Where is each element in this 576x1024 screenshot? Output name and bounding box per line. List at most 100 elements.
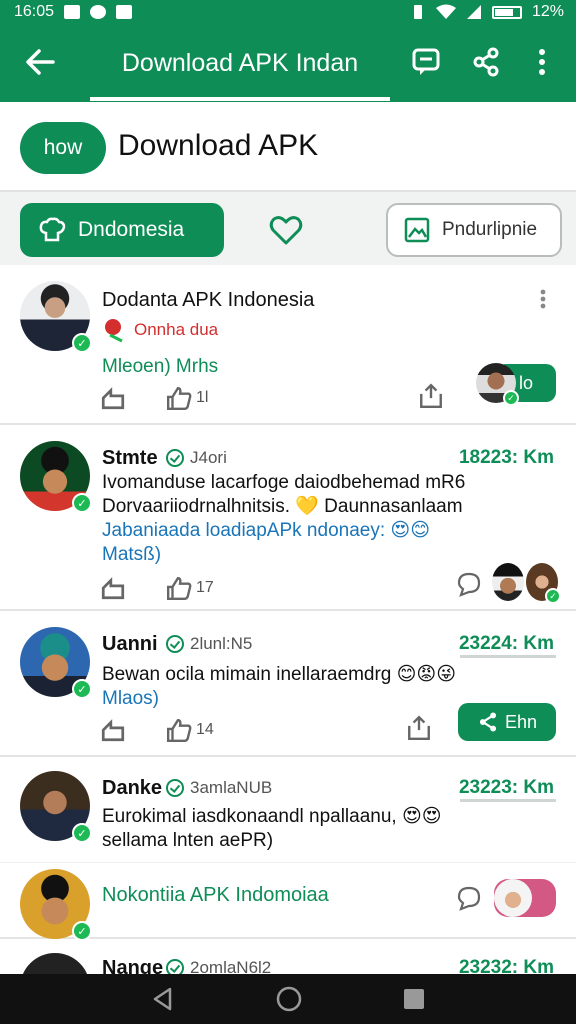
back-icon[interactable] — [150, 986, 176, 1012]
card-meta-text: 2lunl:N5 — [190, 634, 253, 653]
comment-icon — [457, 886, 481, 911]
card-meta: 3amlaNUB — [166, 778, 272, 798]
participant-avatar[interactable]: ✓ — [526, 563, 561, 604]
share-icon — [473, 47, 499, 77]
verified-mini-icon — [166, 779, 184, 797]
thumb-up-icon — [166, 719, 192, 743]
distance-underline — [460, 655, 556, 658]
arrow-left-icon — [26, 49, 55, 75]
download-notification-icon — [116, 5, 133, 19]
image-icon — [404, 217, 430, 243]
reply-action[interactable] — [100, 385, 126, 411]
card-text-line: Eurokimal iasdkonaandl npallaanu, 😍😍 — [102, 806, 442, 827]
chef-hat-icon — [39, 217, 66, 242]
like-action[interactable]: 14 — [166, 717, 214, 743]
feed-card[interactable]: ✓ Stmte J4ori 18223: Km Ivomanduse lacar… — [0, 425, 576, 611]
feed-card[interactable]: ✓ Uanni 2lunl:N5 23224: Km Bewan ocila m… — [0, 611, 576, 757]
like-count: 14 — [196, 721, 214, 738]
more-vert-icon — [540, 289, 546, 309]
reply-icon — [101, 719, 125, 742]
feed-card[interactable]: ✓ Danke 3amlaNUB 23223: Km Eurokimal ias… — [0, 757, 576, 863]
share-icon — [479, 712, 497, 732]
share-out-icon — [408, 715, 430, 741]
share-action[interactable] — [406, 715, 432, 741]
battery-icon — [491, 5, 522, 19]
back-button[interactable] — [20, 42, 60, 82]
reply-action[interactable] — [100, 717, 126, 743]
now-button[interactable]: how — [20, 122, 106, 174]
reply-icon — [101, 577, 125, 600]
verified-badge-icon: ✓ — [503, 390, 519, 406]
share-button[interactable] — [466, 42, 506, 82]
status-time: 16:05 — [14, 3, 55, 20]
reply-icon — [101, 387, 125, 410]
filter-bar: Dndomesia Pndurlipnie — [0, 192, 576, 265]
card-more-button[interactable] — [540, 289, 546, 314]
comment-action[interactable] — [456, 571, 482, 597]
follow-button-label: lo — [518, 372, 533, 393]
thumb-up-icon — [166, 577, 192, 601]
status-right: 12% — [410, 3, 564, 21]
card-title[interactable]: Dodanta APK Indonesia — [102, 289, 314, 312]
chat-button[interactable] — [406, 42, 446, 82]
avatar[interactable]: ✓ — [20, 771, 92, 843]
like-action[interactable]: 1l — [166, 385, 208, 411]
feed-card[interactable]: ✓ Dodanta APK Indonesia Onnha dua Mleoen… — [0, 265, 576, 425]
card-meta: 2lunl:N5 — [166, 634, 252, 654]
status-bar: 16:05 12% — [0, 0, 576, 24]
share-action[interactable] — [418, 383, 444, 409]
avatar[interactable]: ✓ — [20, 627, 92, 699]
card-author[interactable]: Uanni — [102, 633, 158, 656]
card-tags[interactable]: Mlaos) — [102, 687, 159, 711]
reply-action[interactable] — [100, 575, 126, 601]
card-tags[interactable]: Mleoen) Mrhs — [102, 355, 218, 379]
feed-card[interactable]: Nange 2omlaN6l2 23232: Km — [0, 939, 576, 1023]
card-meta-text: 3amlaNUB — [190, 778, 273, 797]
home-icon[interactable] — [275, 985, 303, 1013]
participant-avatar[interactable] — [492, 563, 524, 601]
system-nav-bar — [0, 974, 576, 1024]
more-button[interactable] — [522, 42, 562, 82]
distance-underline — [460, 799, 556, 802]
filter-chip-indonesia[interactable]: Dndomesia — [20, 203, 224, 257]
tab-indicator — [90, 97, 390, 101]
card-tags[interactable]: Jabaniaada loadiapAPk ndonaey: 😍😊 — [102, 519, 430, 543]
recents-icon[interactable] — [402, 987, 426, 1011]
card-text-line: Ivomanduse lacarfoge daiodbehemad mR6 — [102, 472, 466, 493]
chat-icon — [412, 48, 440, 75]
distance-label: 18223: Km — [458, 447, 554, 468]
verified-badge-icon: ✓ — [72, 333, 92, 353]
vibrate-icon — [413, 5, 422, 19]
card-subtitle: Onnha dua — [102, 317, 218, 343]
like-action[interactable]: 17 — [166, 575, 214, 601]
verified-badge-icon: ✓ — [72, 493, 92, 513]
signal-icon — [466, 5, 481, 19]
favorite-button[interactable] — [268, 212, 304, 248]
card-author[interactable]: Danke — [102, 777, 162, 800]
app-bar-title[interactable]: Download APK Indan — [90, 24, 390, 102]
card-subtitle-text: Onnha dua — [134, 320, 219, 339]
card-title-link[interactable]: Nokontiia APK Indomoiaa — [102, 883, 329, 907]
avatar[interactable]: ✓ — [20, 441, 92, 513]
follower-avatar[interactable]: ✓ — [476, 363, 519, 406]
avatar[interactable]: ✓ — [20, 281, 92, 353]
card-tags-line2[interactable]: Matsß) — [102, 543, 161, 567]
card-text-line: sellama lnten aePR) — [102, 830, 274, 851]
filter-chip-secondary-label: Pndurlipnie — [442, 219, 538, 240]
distance-label: 23224: Km — [458, 633, 554, 654]
verified-badge-icon: ✓ — [72, 921, 92, 941]
card-author[interactable]: Stmte — [102, 447, 158, 470]
image-notification-icon — [64, 5, 81, 19]
comment-action[interactable] — [456, 885, 482, 911]
reaction-pill[interactable] — [494, 879, 556, 917]
avatar[interactable]: ✓ — [20, 869, 92, 941]
battery-percent: 12% — [531, 3, 564, 20]
like-count: 17 — [196, 579, 214, 596]
filter-chip-label: Dndomesia — [78, 218, 185, 241]
app-bar: Download APK Indan — [0, 24, 576, 102]
card-text-line: Dorvaariiodrnalhnitsis. 💛 Daunnasanlaam — [102, 496, 463, 517]
feed-card[interactable]: ✓ Nokontiia APK Indomoiaa — [0, 863, 576, 941]
verified-badge-icon: ✓ — [545, 588, 561, 604]
share-button[interactable]: Ehn — [458, 703, 556, 741]
filter-chip-secondary[interactable]: Pndurlipnie — [386, 203, 562, 257]
